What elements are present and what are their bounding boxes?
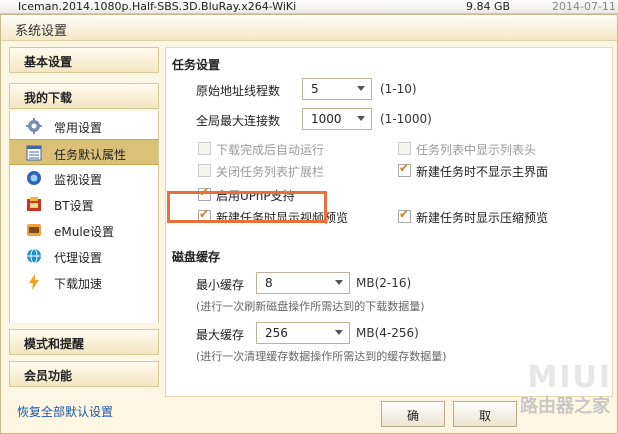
close-extension-bar-label: 关闭任务列表扩展栏 — [216, 165, 325, 179]
max-connections-range: (1-1000) — [380, 112, 432, 126]
sidebar-item-bt[interactable]: BT设置 — [10, 191, 158, 217]
disk-cache-heading: 磁盘缓存 — [172, 250, 221, 264]
upnp-highlight-box — [167, 191, 327, 223]
cancel-button[interactable]: 取 — [453, 401, 517, 427]
download-list-row[interactable]: Iceman.2014.1080p.Half-SBS.3D.BluRay.x26… — [0, 0, 618, 14]
max-cache-range: MB(4-256) — [356, 326, 419, 340]
watermark-logo: MIUI — [527, 360, 612, 395]
archive-preview-checkbox[interactable] — [398, 207, 411, 223]
max-connections-select[interactable]: 1000 — [302, 108, 372, 130]
auto-run-label: 下载完成后自动运行 — [216, 143, 325, 157]
gear-icon — [26, 118, 42, 134]
sidebar-item-common[interactable]: 常用设置 — [10, 113, 158, 139]
min-cache-select[interactable]: 8 — [256, 272, 350, 294]
list-icon — [26, 145, 42, 161]
chevron-down-icon — [335, 330, 343, 335]
show-list-header-checkbox[interactable] — [398, 142, 411, 155]
settings-dialog: 系统设置 基本设置 我的下载 常用设置 任务默认属性 监视设置 BT设置 eMu… — [0, 14, 618, 434]
hide-main-window-label: 新建任务时不显示主界面 — [416, 165, 549, 179]
sidebar-item-label: 下载加速 — [54, 277, 103, 291]
sidebar-section-my-download[interactable]: 我的下载 — [9, 83, 159, 109]
sidebar-section-member[interactable]: 会员功能 — [9, 361, 159, 387]
row-date: 2014-07-11 — [552, 0, 616, 13]
sidebar-item-label: 常用设置 — [54, 121, 103, 135]
row-filename: Iceman.2014.1080p.Half-SBS.3D.BluRay.x26… — [18, 0, 297, 13]
sidebar-nav-list: 常用设置 任务默认属性 监视设置 BT设置 eMule设置 代理设置 下载加速 — [9, 111, 159, 323]
origin-threads-value: 5 — [311, 82, 319, 96]
hide-main-window-checkbox[interactable] — [398, 161, 411, 177]
sidebar-item-emule[interactable]: eMule设置 — [10, 217, 158, 243]
row-size: 9.84 GB — [466, 0, 511, 13]
min-cache-label: 最小缓存 — [196, 278, 245, 292]
max-cache-label: 最大缓存 — [196, 328, 245, 342]
sidebar-section-basic[interactable]: 基本设置 — [9, 47, 159, 73]
chevron-down-icon — [335, 280, 343, 285]
max-connections-label: 全局最大连接数 — [196, 114, 281, 128]
proxy-icon — [27, 248, 41, 264]
sidebar-item-label: BT设置 — [54, 199, 94, 213]
sidebar-item-label: 监视设置 — [54, 173, 103, 187]
settings-sidebar: 基本设置 我的下载 常用设置 任务默认属性 监视设置 BT设置 eMule设置 — [9, 47, 159, 431]
sidebar-item-monitor[interactable]: 监视设置 — [10, 165, 158, 191]
origin-threads-label: 原始地址线程数 — [196, 84, 281, 98]
min-cache-range: MB(2-16) — [356, 276, 412, 290]
dialog-title: 系统设置 — [15, 24, 68, 39]
bt-icon — [27, 197, 41, 211]
max-cache-select[interactable]: 256 — [256, 322, 350, 344]
dialog-titlebar[interactable]: 系统设置 — [1, 15, 617, 41]
archive-preview-label: 新建任务时显示压缩预览 — [416, 211, 549, 225]
sidebar-item-task-default[interactable]: 任务默认属性 — [10, 139, 158, 165]
watermark-text: 路由器之家 — [520, 396, 610, 417]
task-settings-heading: 任务设置 — [172, 58, 221, 72]
ok-button[interactable]: 确 — [381, 401, 445, 427]
max-cache-value: 256 — [265, 326, 288, 340]
sidebar-item-accelerate[interactable]: 下载加速 — [10, 269, 158, 295]
min-cache-value: 8 — [265, 276, 273, 290]
origin-threads-select[interactable]: 5 — [302, 78, 372, 100]
sidebar-item-label: 任务默认属性 — [54, 148, 127, 162]
emule-icon — [27, 224, 41, 236]
chevron-down-icon — [357, 116, 365, 121]
origin-threads-range: (1-10) — [380, 82, 417, 96]
max-cache-hint: (进行一次清理缓存数据操作所需达到的缓存数据量) — [196, 350, 447, 363]
sidebar-item-label: 代理设置 — [54, 251, 103, 265]
sidebar-item-proxy[interactable]: 代理设置 — [10, 243, 158, 269]
min-cache-hint: (进行一次刷新磁盘操作所需达到的下载数据量) — [196, 300, 425, 313]
bolt-icon — [29, 274, 39, 290]
sidebar-item-label: eMule设置 — [54, 225, 115, 239]
auto-run-checkbox[interactable] — [198, 142, 211, 155]
sidebar-section-mode[interactable]: 模式和提醒 — [9, 329, 159, 355]
restore-defaults-link[interactable]: 恢复全部默认设置 — [17, 403, 113, 420]
monitor-icon — [27, 171, 41, 185]
close-extension-bar-checkbox[interactable] — [198, 164, 211, 177]
show-list-header-label: 任务列表中显示列表头 — [416, 143, 537, 157]
max-connections-value: 1000 — [311, 112, 342, 126]
chevron-down-icon — [357, 86, 365, 91]
